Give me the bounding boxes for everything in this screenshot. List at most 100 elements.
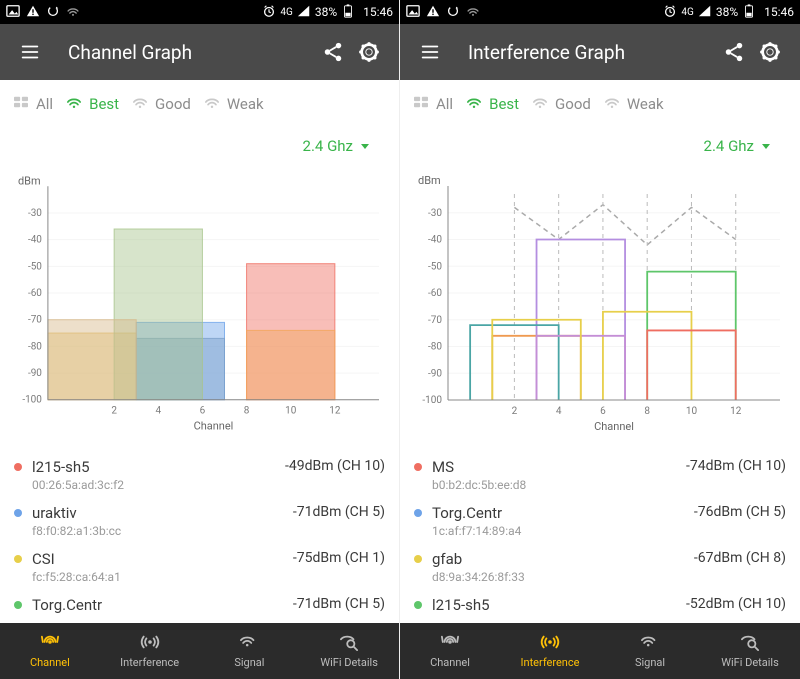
chevron-down-icon	[762, 144, 770, 149]
network-mac: fc:f5:28:ca:64:a1	[32, 570, 293, 584]
chart: -30-40-50-60-70-80-90-10024681012dBmChan…	[400, 164, 800, 444]
tab-label: Interference	[120, 656, 179, 669]
color-dot	[414, 555, 422, 563]
svg-text:8: 8	[244, 406, 250, 417]
settings-button[interactable]	[752, 41, 788, 63]
alarm-icon	[663, 4, 677, 21]
filter-all-icon	[12, 95, 30, 113]
network-signal: -76dBm (CH 5)	[694, 504, 786, 520]
filter-best-icon	[65, 95, 83, 113]
tab-icon	[639, 633, 661, 654]
tab-icon	[739, 633, 761, 654]
tab-wifi-details[interactable]: WiFi Details	[299, 623, 399, 679]
filter-good-label: Good	[155, 95, 191, 113]
band-dropdown[interactable]: 2.4 Ghz	[704, 137, 770, 155]
filter-all-label: All	[436, 95, 453, 113]
tab-label: Channel	[30, 656, 70, 669]
battery-percent: 38%	[315, 5, 337, 19]
filter-good[interactable]: Good	[131, 95, 191, 113]
settings-button[interactable]	[351, 41, 387, 63]
network-mac: 00:26:5a:ad:3c:f2	[32, 478, 285, 492]
filter-good-icon	[531, 95, 549, 113]
filter-weak[interactable]: Weak	[603, 95, 664, 113]
band-dropdown[interactable]: 2.4 Ghz	[303, 137, 369, 155]
color-dot	[14, 509, 22, 517]
filter-good-icon	[131, 95, 149, 113]
network-signal: -71dBm (CH 5)	[293, 596, 385, 612]
network-ssid: gfab	[432, 550, 694, 568]
svg-text:10: 10	[686, 406, 698, 417]
filter-best-label: Best	[489, 95, 519, 113]
status-bar: 4G38%15:46	[400, 0, 800, 24]
filter-best[interactable]: Best	[465, 95, 519, 113]
tab-signal[interactable]: Signal	[600, 623, 700, 679]
share-button[interactable]	[716, 41, 752, 63]
filter-all-icon	[412, 95, 430, 113]
list-item[interactable]: gfabd8:9a:34:26:8f:33-67dBm (CH 8)	[414, 544, 786, 590]
list-item[interactable]: Torg.Centr1c:af:f7:14:89:a4-76dBm (CH 5)	[414, 498, 786, 544]
tab-icon	[338, 633, 360, 654]
filter-all[interactable]: All	[12, 95, 53, 113]
signal-bars-icon	[297, 4, 311, 21]
band-row: 2.4 Ghz	[400, 128, 800, 164]
list-item[interactable]: Torg.Centr-71dBm (CH 5)	[14, 590, 385, 622]
svg-text:-80: -80	[28, 341, 42, 352]
svg-text:-80: -80	[428, 342, 442, 353]
network-signal: -74dBm (CH 10)	[686, 458, 786, 474]
list-item[interactable]: MSb0:b2:dc:5b:ee:d8-74dBm (CH 10)	[414, 452, 786, 498]
svg-text:-60: -60	[428, 288, 442, 299]
color-dot	[14, 601, 22, 609]
bottom-nav: ChannelInterferenceSignalWiFi Details	[400, 623, 800, 679]
color-dot	[14, 555, 22, 563]
svg-text:2: 2	[512, 406, 518, 417]
network-list: MSb0:b2:dc:5b:ee:d8-74dBm (CH 10)Torg.Ce…	[400, 444, 800, 623]
tab-label: Signal	[234, 656, 264, 669]
share-button[interactable]	[315, 41, 351, 63]
tab-icon	[539, 633, 561, 654]
tab-channel[interactable]: Channel	[400, 623, 500, 679]
network-list: l215-sh500:26:5a:ad:3c:f2-49dBm (CH 10)u…	[0, 444, 399, 623]
filter-weak[interactable]: Weak	[203, 95, 264, 113]
chart: -30-40-50-60-70-80-90-10024681012dBmChan…	[0, 164, 399, 444]
list-item[interactable]: l215-sh5-52dBm (CH 10)	[414, 590, 786, 622]
app-bar: Interference Graph	[400, 24, 800, 80]
svg-text:dBm: dBm	[418, 174, 441, 187]
filter-weak-label: Weak	[227, 95, 264, 113]
network-signal: -71dBm (CH 5)	[293, 504, 385, 520]
filter-good[interactable]: Good	[531, 95, 591, 113]
list-item[interactable]: uraktivf8:f0:82:a1:3b:cc-71dBm (CH 5)	[14, 498, 385, 544]
filter-best[interactable]: Best	[65, 95, 119, 113]
tab-icon	[439, 633, 461, 654]
tab-signal[interactable]: Signal	[200, 623, 300, 679]
filter-all-label: All	[36, 95, 53, 113]
filter-weak-label: Weak	[627, 95, 664, 113]
wifi-icon	[66, 4, 80, 21]
screen: 4G38%15:46 Interference Graph All Best Good W…	[400, 0, 800, 679]
signal-bars-icon	[698, 4, 712, 21]
filter-all[interactable]: All	[412, 95, 453, 113]
battery-icon	[742, 4, 756, 21]
svg-text:-30: -30	[28, 208, 42, 219]
menu-button[interactable]	[12, 41, 48, 63]
svg-text:10: 10	[285, 406, 297, 417]
network-ssid: l215-sh5	[32, 458, 285, 476]
svg-text:2: 2	[111, 406, 117, 417]
filter-best-label: Best	[89, 95, 119, 113]
tab-interference[interactable]: Interference	[500, 623, 600, 679]
image-icon	[406, 4, 420, 21]
tab-channel[interactable]: Channel	[0, 623, 100, 679]
svg-text:-50: -50	[28, 261, 42, 272]
network-ssid: CSI	[32, 550, 293, 568]
svg-text:-60: -60	[28, 288, 42, 299]
network-ssid: MS	[432, 458, 686, 476]
list-item[interactable]: l215-sh500:26:5a:ad:3c:f2-49dBm (CH 10)	[14, 452, 385, 498]
menu-button[interactable]	[412, 41, 448, 63]
battery-percent: 38%	[716, 5, 738, 19]
svg-text:-90: -90	[28, 368, 42, 379]
page-title: Interference Graph	[468, 41, 625, 64]
tab-wifi-details[interactable]: WiFi Details	[700, 623, 800, 679]
list-item[interactable]: CSIfc:f5:28:ca:64:a1-75dBm (CH 1)	[14, 544, 385, 590]
svg-text:-50: -50	[428, 261, 442, 272]
tab-interference[interactable]: Interference	[100, 623, 200, 679]
color-dot	[414, 601, 422, 609]
